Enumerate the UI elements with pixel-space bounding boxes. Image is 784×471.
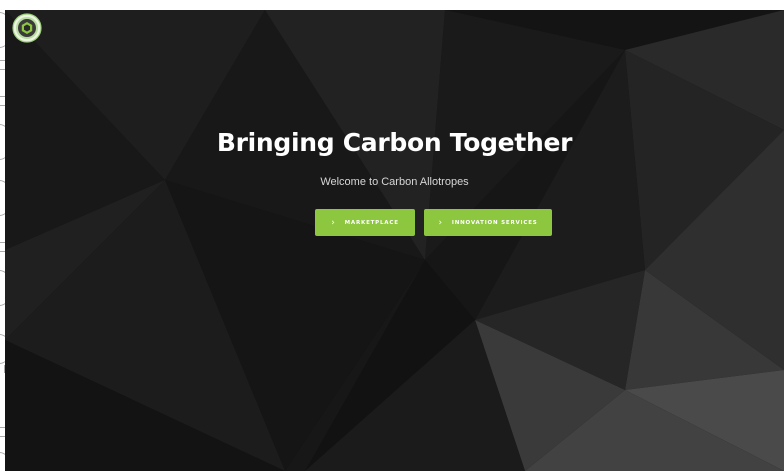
marketplace-button-label: MARKETPLACE: [344, 219, 399, 226]
marketplace-button[interactable]: › MARKETPLACE: [315, 209, 415, 236]
chevron-right-icon: ›: [331, 217, 336, 228]
page: Bringing Carbon Together Welcome to Carb…: [0, 0, 784, 471]
chevron-right-icon: ›: [438, 217, 443, 228]
polygon-background: [5, 10, 784, 471]
carbon-logo-icon[interactable]: [12, 13, 42, 43]
innovation-services-button-label: INNOVATION SERVICES: [451, 219, 538, 226]
hero-subtitle: Welcome to Carbon Allotropes: [320, 176, 469, 188]
hero-section: Bringing Carbon Together Welcome to Carb…: [5, 10, 784, 471]
innovation-services-button[interactable]: › INNOVATION SERVICES: [424, 209, 552, 236]
hero-title: Bringing Carbon Together: [216, 128, 573, 157]
